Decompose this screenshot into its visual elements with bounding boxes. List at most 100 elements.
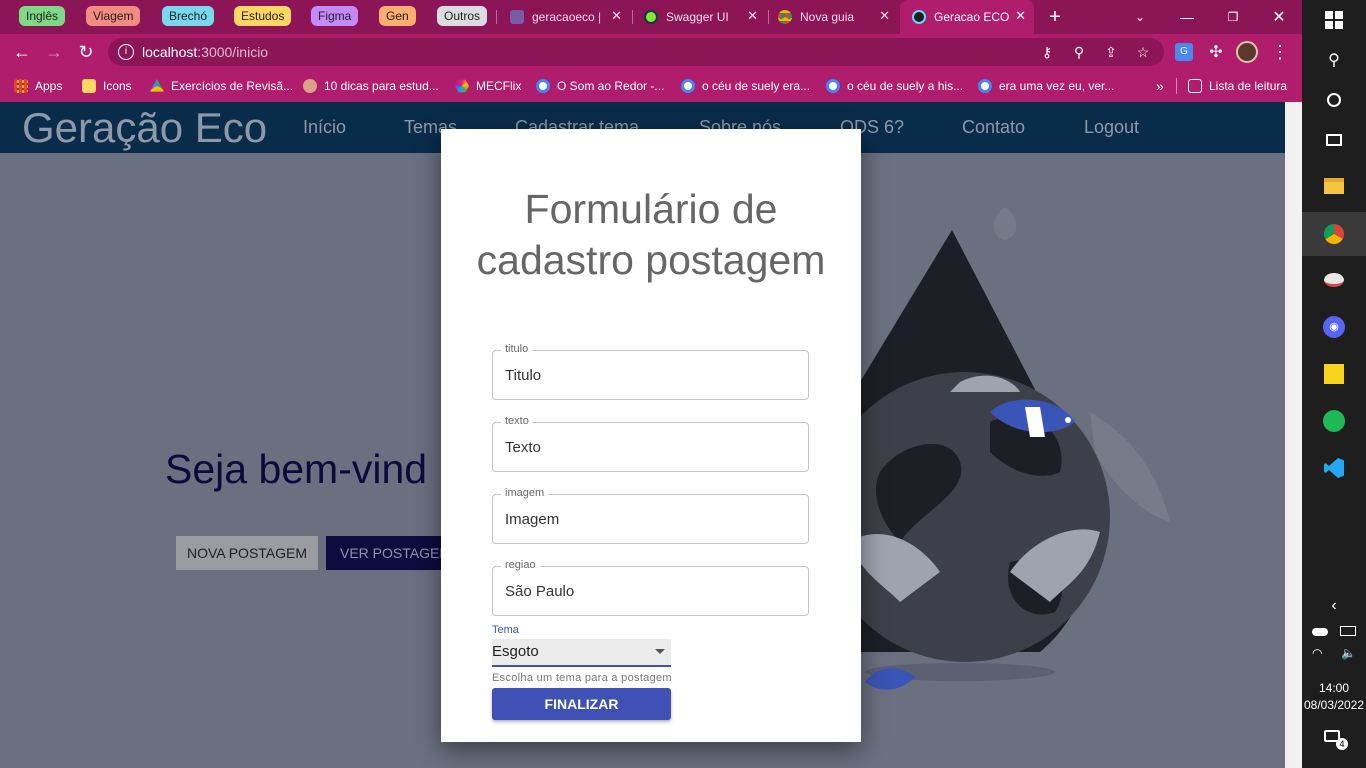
address-bar[interactable]: i localhost:3000/inicio ⚷ ⚲ ⇪ ☆ — [108, 38, 1164, 66]
nav-contato[interactable]: Contato — [962, 117, 1025, 138]
notifications-icon[interactable]: 4 — [1324, 730, 1348, 750]
bookmark-label: o céu de suely era... — [702, 79, 811, 93]
tab-group-ingles[interactable]: Inglês — [19, 6, 66, 26]
bookmark-ceu-suely-2[interactable]: o céu de suely a his... — [826, 77, 963, 95]
avatar-icon — [303, 79, 317, 93]
tab-separator — [632, 10, 633, 24]
bookmark-apps[interactable]: Apps — [14, 77, 62, 95]
google-icon — [826, 79, 840, 93]
tab-group-viagem[interactable]: Viagem — [86, 6, 141, 26]
dropdown-arrow-icon[interactable] — [655, 649, 665, 654]
site-brand[interactable]: Geração Eco — [22, 104, 267, 152]
regiao-value[interactable]: São Paulo — [505, 583, 574, 600]
translate-icon[interactable]: G — [1175, 43, 1193, 61]
bookmark-star-icon[interactable]: ☆ — [1134, 43, 1152, 61]
tab-geracaoeco[interactable]: geracaoeco | ✕ — [500, 0, 630, 34]
nova-postagem-button[interactable]: NOVA POSTAGEM — [176, 536, 318, 570]
reload-icon[interactable]: ↻ — [74, 40, 98, 64]
tab-group-figma[interactable]: Figma — [311, 6, 359, 26]
search-icon[interactable]: ⚲ — [1322, 48, 1346, 72]
chrome-taskbar-icon[interactable] — [1322, 222, 1346, 246]
titulo-value[interactable]: Titulo — [505, 367, 541, 384]
tab-nova-guia[interactable]: Nova guia ✕ — [770, 0, 898, 34]
tab-title: geracaoeco | — [532, 10, 602, 24]
discord-icon[interactable]: ◉ — [1322, 315, 1346, 339]
finalizar-button[interactable]: FINALIZAR — [492, 688, 671, 720]
bookmark-label: Icons — [103, 79, 132, 93]
tab-group-estudos[interactable]: Estudos — [234, 6, 292, 26]
bookmark-era-uma-vez[interactable]: era uma vez eu, ver... — [978, 77, 1114, 95]
google-icon — [536, 79, 550, 93]
close-window-icon[interactable]: ✕ — [1256, 0, 1302, 34]
info-icon[interactable]: i — [118, 44, 134, 60]
task-view-icon[interactable] — [1322, 128, 1346, 152]
bookmark-10-dicas[interactable]: 10 dicas para estud... — [303, 77, 439, 95]
minimize-icon[interactable]: — — [1164, 0, 1210, 34]
url-text[interactable]: localhost:3000/inicio — [142, 44, 268, 60]
bookmark-exercicios[interactable]: Exercícios de Revisã... — [150, 77, 293, 95]
spotify-icon[interactable] — [1322, 409, 1346, 433]
tema-value: Esgoto — [492, 643, 539, 660]
restore-icon[interactable]: ❐ — [1210, 0, 1256, 34]
texto-label: texto — [501, 415, 533, 427]
react-icon — [912, 10, 926, 24]
system-clock[interactable]: 14:00 08/03/2022 — [1302, 680, 1366, 714]
new-tab-icon[interactable]: + — [1044, 4, 1066, 30]
extensions-icon[interactable]: ✣ — [1206, 42, 1226, 62]
volume-icon[interactable]: 🔈 — [1341, 646, 1356, 662]
cadastro-postagem-modal: Formulário de cadastro postagem titulo T… — [441, 129, 861, 742]
bookmarks-overflow-icon[interactable]: » — [1156, 77, 1164, 95]
windows-taskbar: ⚲ ◉ ‹ ◠ 🔈 14:00 08/03/2022 4 — [1302, 0, 1366, 768]
zoom-icon[interactable]: ⚲ — [1070, 43, 1088, 61]
imagem-value[interactable]: Imagem — [505, 511, 559, 528]
imagem-field[interactable]: imagem Imagem — [492, 487, 809, 544]
bookmark-label: 10 dicas para estud... — [324, 79, 439, 93]
bookmarks-bar: Apps Icons Exercícios de Revisã... 10 di… — [0, 70, 1302, 102]
texto-value[interactable]: Texto — [505, 439, 541, 456]
cortana-icon[interactable] — [1322, 88, 1346, 112]
bookmark-icons[interactable]: Icons — [82, 77, 132, 95]
chevron-left-icon[interactable]: ‹ — [1322, 594, 1346, 618]
onedrive-icon[interactable] — [1312, 628, 1328, 636]
paint-app-icon[interactable] — [1322, 268, 1346, 292]
folder-icon — [82, 79, 96, 93]
close-icon[interactable]: ✕ — [879, 8, 890, 24]
close-icon[interactable]: ✕ — [747, 8, 758, 24]
battery-icon[interactable] — [1340, 626, 1356, 636]
windows-start-icon[interactable] — [1322, 8, 1346, 32]
close-icon[interactable]: ✕ — [1015, 8, 1026, 24]
texto-field[interactable]: texto Texto — [492, 415, 809, 472]
titulo-field[interactable]: titulo Titulo — [492, 343, 809, 400]
share-icon[interactable]: ⇪ — [1102, 43, 1120, 61]
bookmark-som-ao-redor[interactable]: O Som ao Redor -... — [536, 77, 664, 95]
vscode-icon[interactable] — [1322, 456, 1346, 480]
forward-icon[interactable]: → — [42, 40, 66, 64]
browser-toolbar: ← → ↻ i localhost:3000/inicio ⚷ ⚲ ⇪ ☆ G … — [0, 34, 1302, 70]
profile-avatar[interactable] — [1236, 41, 1258, 63]
tab-group-outros[interactable]: Outros — [437, 6, 488, 26]
tab-group-gen[interactable]: Gen — [379, 6, 416, 26]
file-explorer-icon[interactable] — [1322, 174, 1346, 198]
reading-list[interactable]: Lista de leitura — [1188, 77, 1287, 95]
tab-search-icon[interactable]: ⌄ — [1117, 0, 1163, 34]
tab-geracao-eco-active[interactable]: Geracao ECO ✕ — [900, 0, 1034, 34]
tab-swagger[interactable]: Swagger UI ✕ — [634, 0, 766, 34]
page-scrollbar[interactable] — [1285, 102, 1302, 768]
sticky-notes-icon[interactable] — [1322, 362, 1346, 386]
heroku-icon — [510, 10, 524, 24]
reading-list-label: Lista de leitura — [1209, 79, 1288, 93]
tema-select[interactable]: Esgoto — [492, 639, 671, 667]
nav-logout[interactable]: Logout — [1084, 117, 1139, 138]
nav-inicio[interactable]: Início — [303, 117, 346, 138]
menu-kebab-icon[interactable]: ⋮ — [1270, 40, 1290, 64]
tab-title: Nova guia — [800, 10, 855, 24]
wifi-icon[interactable]: ◠ — [1312, 646, 1322, 662]
tab-strip: Inglês Viagem Brechó Estudos Figma Gen O… — [0, 0, 1302, 34]
back-icon[interactable]: ← — [10, 40, 34, 64]
bookmark-ceu-suely-1[interactable]: o céu de suely era... — [681, 77, 810, 95]
bookmark-mecflix[interactable]: MECFlix — [455, 77, 521, 95]
key-icon[interactable]: ⚷ — [1038, 43, 1056, 61]
close-icon[interactable]: ✕ — [611, 8, 622, 24]
regiao-field[interactable]: regiao São Paulo — [492, 559, 809, 616]
tab-group-brecho[interactable]: Brechó — [162, 6, 215, 26]
